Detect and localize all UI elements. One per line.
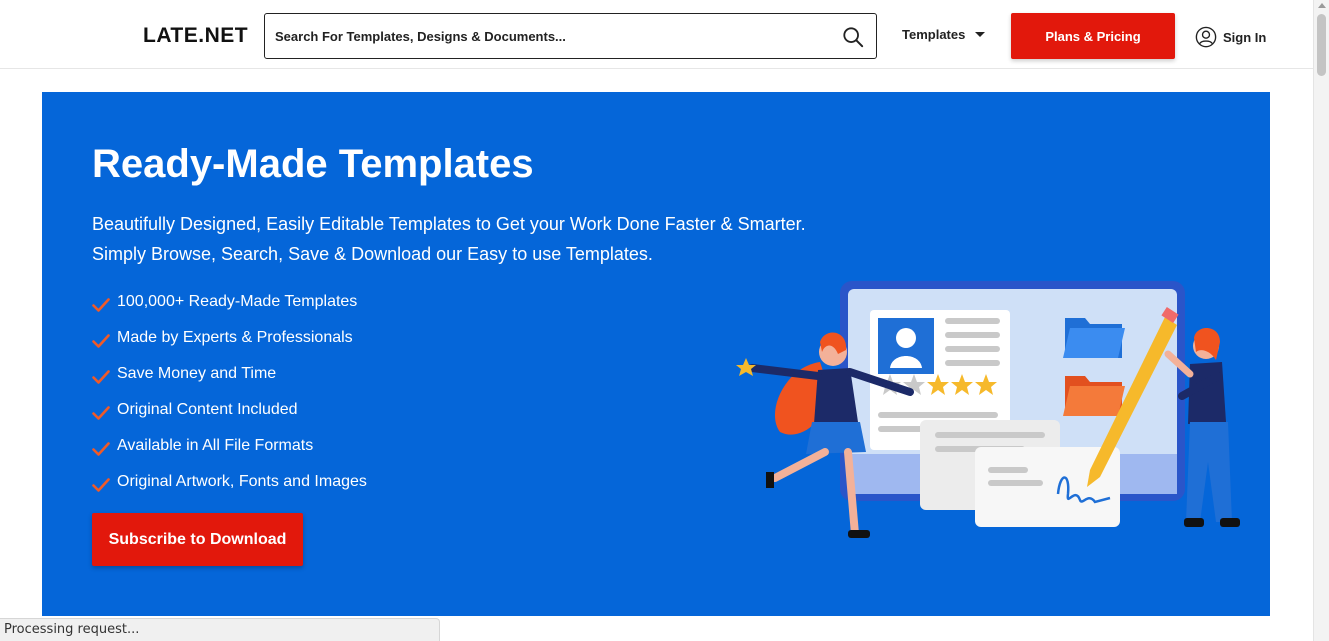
- sign-in-link[interactable]: Sign In: [1195, 26, 1266, 48]
- feature-item: Made by Experts & Professionals: [92, 329, 367, 365]
- check-icon: [92, 442, 110, 456]
- hero-subtitle: Beautifully Designed, Easily Editable Te…: [92, 209, 852, 269]
- sign-in-label: Sign In: [1223, 29, 1267, 45]
- nav-templates-dropdown[interactable]: Templates: [902, 27, 986, 42]
- feature-list: 100,000+ Ready-Made Templates Made by Ex…: [92, 293, 367, 509]
- user-icon: [1195, 26, 1217, 48]
- feature-text: Original Content Included: [117, 401, 298, 418]
- feature-item: 100,000+ Ready-Made Templates: [92, 293, 367, 329]
- check-icon: [92, 406, 110, 420]
- caret-down-icon: [975, 32, 986, 37]
- search-icon[interactable]: [842, 26, 864, 48]
- hero-title: Ready-Made Templates: [92, 142, 534, 186]
- feature-text: Available in All File Formats: [117, 437, 314, 454]
- feature-item: Save Money and Time: [92, 365, 367, 401]
- browser-status-bar: Processing request...: [0, 618, 440, 641]
- hero-subtitle-line-1: Beautifully Designed, Easily Editable Te…: [92, 214, 806, 234]
- hero-banner: Ready-Made Templates Beautifully Designe…: [42, 92, 1270, 616]
- check-icon: [92, 478, 110, 492]
- feature-text: Save Money and Time: [117, 365, 277, 382]
- feature-text: Made by Experts & Professionals: [117, 329, 353, 346]
- check-icon: [92, 334, 110, 348]
- page: LATE.NET Templates Plans & Pricing Sign …: [0, 0, 1329, 641]
- feature-item: Available in All File Formats: [92, 437, 367, 473]
- feature-text: Original Artwork, Fonts and Images: [117, 473, 367, 490]
- feature-item: Original Content Included: [92, 401, 367, 437]
- check-icon: [92, 298, 110, 312]
- feature-text: 100,000+ Ready-Made Templates: [117, 293, 358, 310]
- hero-illustration: [736, 281, 1240, 538]
- vertical-scrollbar[interactable]: [1313, 0, 1329, 641]
- search-input[interactable]: [275, 14, 835, 58]
- scrollbar-thumb[interactable]: [1317, 14, 1326, 76]
- nav-templates-label: Templates: [902, 27, 966, 42]
- site-header: LATE.NET Templates Plans & Pricing Sign …: [0, 0, 1313, 69]
- hero-subtitle-line-2: Simply Browse, Search, Save & Download o…: [92, 244, 653, 264]
- check-icon: [92, 370, 110, 384]
- feature-item: Original Artwork, Fonts and Images: [92, 473, 367, 509]
- plans-pricing-button[interactable]: Plans & Pricing: [1011, 13, 1175, 59]
- subscribe-button[interactable]: Subscribe to Download: [92, 513, 303, 566]
- scroll-up-arrow-icon[interactable]: [1318, 3, 1326, 8]
- search-bar: [264, 13, 877, 59]
- site-logo[interactable]: LATE.NET: [143, 24, 248, 48]
